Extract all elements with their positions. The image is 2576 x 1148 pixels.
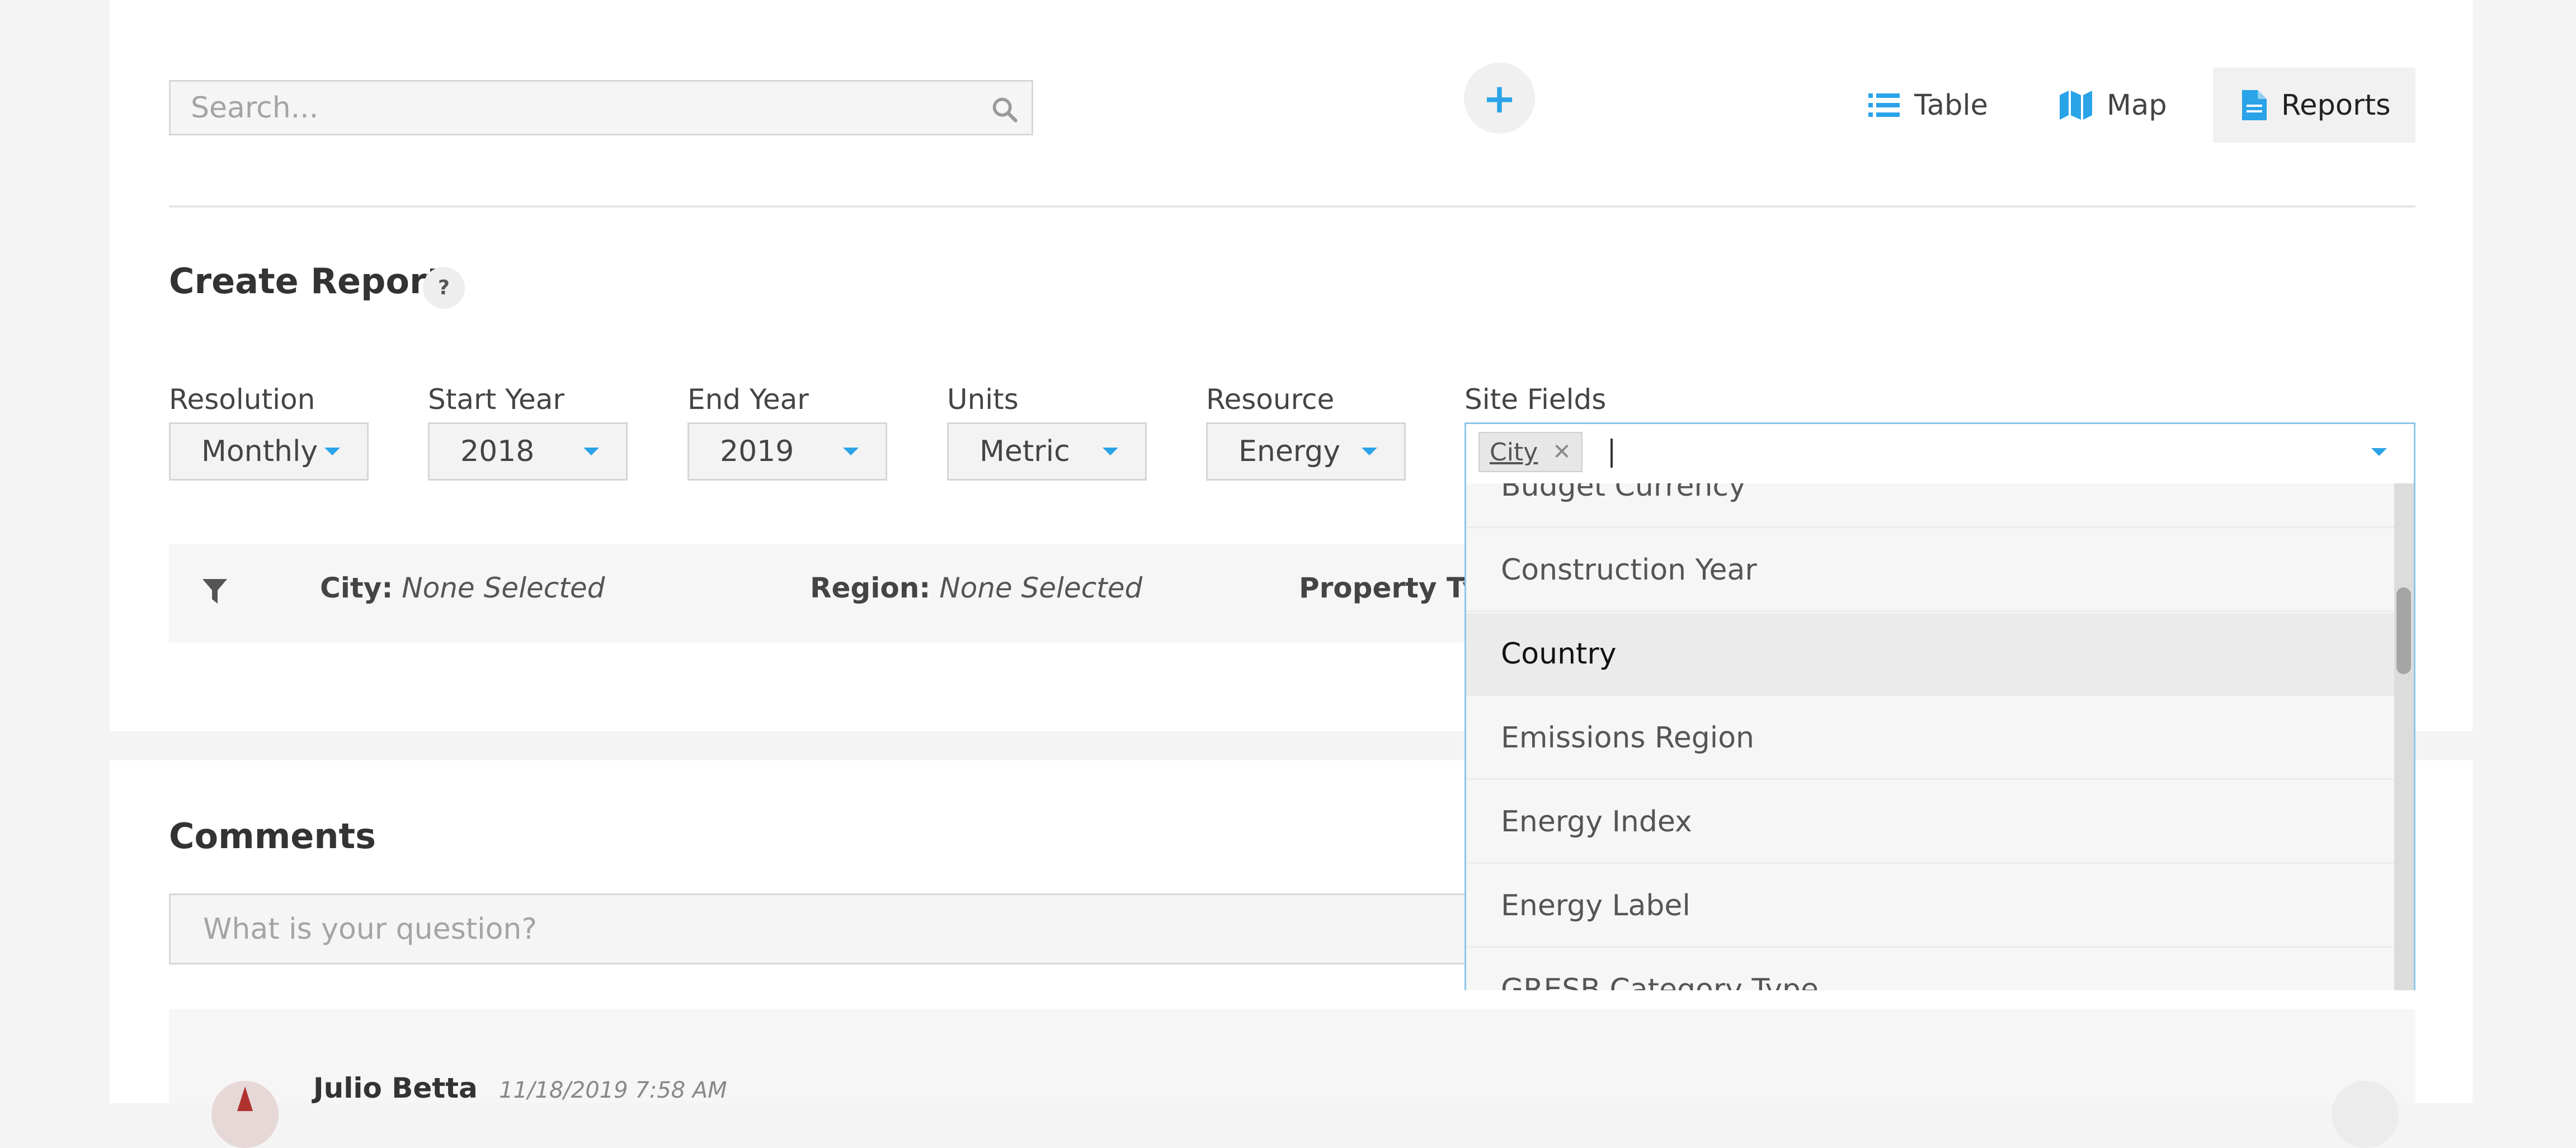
city-filter-value: None Selected	[402, 572, 605, 604]
search-icon[interactable]	[990, 95, 1019, 124]
scrollbar-track[interactable]	[2394, 483, 2414, 990]
units-value: Metric	[979, 435, 1070, 468]
option-energy-label[interactable]: Energy Label	[1466, 865, 2394, 948]
chevron-down-icon[interactable]	[2371, 448, 2387, 456]
resource-select[interactable]: Energy	[1206, 422, 1406, 481]
add-button[interactable]: +	[1464, 63, 1535, 134]
units-label: Units	[947, 383, 1019, 416]
document-icon	[2242, 90, 2267, 120]
map-view-button[interactable]: Map	[2060, 68, 2172, 143]
comment-item: Julio Betta 11/18/2019 7:58 AM	[169, 1009, 2415, 1148]
option-emissions-region[interactable]: Emissions Region	[1466, 697, 2394, 780]
end-year-select[interactable]: 2019	[687, 422, 887, 481]
selected-tag: City ✕	[1478, 432, 1583, 472]
option-budget-currency[interactable]: Budget Currency	[1466, 483, 2394, 528]
reports-view-label: Reports	[2281, 88, 2391, 122]
end-year-label: End Year	[687, 383, 809, 416]
city-filter-name: City:	[320, 572, 393, 604]
help-button[interactable]: ?	[423, 267, 465, 309]
search-input[interactable]	[171, 82, 1032, 134]
comment-input[interactable]	[171, 895, 1465, 963]
option-gresb-category-type[interactable]: GRESB Category Type	[1466, 949, 2394, 991]
divider	[169, 205, 2415, 208]
comment-menu-button[interactable]	[2332, 1081, 2399, 1148]
filter-bar: City: None Selected Region: None Selecte…	[169, 544, 1500, 643]
region-filter-name: Region:	[810, 572, 931, 604]
chevron-down-icon	[1362, 448, 1377, 455]
region-filter[interactable]: Region: None Selected	[810, 572, 1142, 604]
avatar	[211, 1081, 279, 1148]
option-construction-year[interactable]: Construction Year	[1466, 529, 2394, 612]
region-filter-value: None Selected	[939, 572, 1143, 604]
option-energy-index[interactable]: Energy Index	[1466, 781, 2394, 864]
site-fields-input[interactable]: City ✕	[1466, 424, 2414, 482]
list-icon	[1868, 93, 1900, 117]
chevron-down-icon	[1103, 448, 1118, 455]
resolution-value: Monthly	[201, 435, 318, 468]
chevron-down-icon	[324, 448, 340, 455]
start-year-select[interactable]: 2018	[428, 422, 628, 481]
reports-view-button[interactable]: Reports	[2213, 68, 2415, 143]
resolution-label: Resolution	[169, 383, 315, 416]
site-fields-options: Budget Currency Construction Year Countr…	[1466, 483, 2394, 990]
start-year-label: Start Year	[428, 383, 564, 416]
site-fields-select[interactable]: City ✕ Budget Currency Construction Year…	[1464, 422, 2415, 990]
create-report-title: Create Report	[169, 261, 444, 302]
chevron-down-icon	[583, 448, 599, 455]
map-view-label: Map	[2107, 88, 2167, 122]
search-box	[169, 80, 1033, 135]
text-cursor	[1610, 439, 1613, 468]
city-filter[interactable]: City: None Selected	[320, 572, 605, 604]
filter-icon	[202, 579, 227, 604]
scrollbar-thumb[interactable]	[2396, 587, 2411, 674]
table-view-label: Table	[1914, 88, 1988, 122]
selected-tag-label: City	[1490, 437, 1538, 467]
site-fields-label: Site Fields	[1464, 383, 1607, 416]
table-view-button[interactable]: Table	[1868, 68, 1997, 143]
option-country[interactable]: Country	[1466, 613, 2394, 696]
comment-field	[169, 893, 1467, 964]
map-icon	[2060, 91, 2092, 120]
comment-timestamp: 11/18/2019 7:58 AM	[499, 1078, 727, 1103]
end-year-value: 2019	[720, 435, 794, 468]
remove-tag-icon[interactable]: ✕	[1552, 439, 1571, 465]
resource-label: Resource	[1206, 383, 1335, 416]
start-year-value: 2018	[460, 435, 535, 468]
chevron-down-icon	[843, 448, 859, 455]
resource-value: Energy	[1238, 435, 1341, 468]
comments-title: Comments	[169, 816, 376, 857]
units-select[interactable]: Metric	[947, 422, 1147, 481]
avatar-image	[237, 1086, 253, 1111]
comment-author: Julio Betta	[313, 1072, 478, 1104]
resolution-select[interactable]: Monthly	[169, 422, 369, 481]
